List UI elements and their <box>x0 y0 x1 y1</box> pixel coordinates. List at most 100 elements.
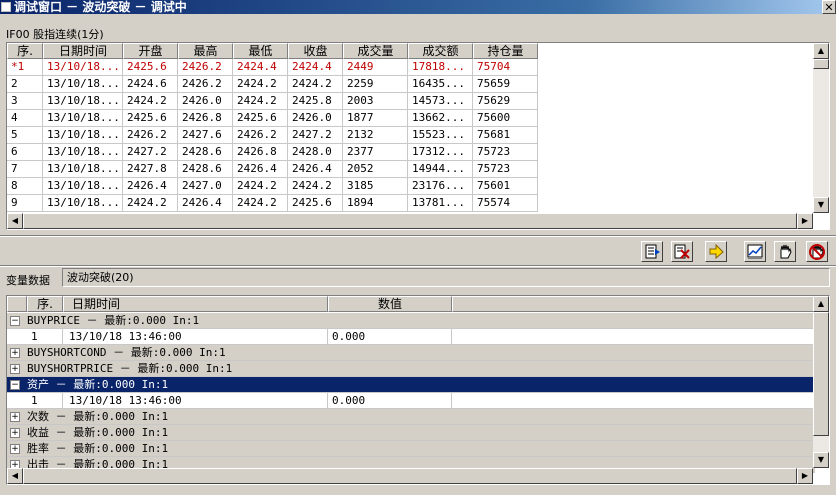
tree-group-row[interactable]: + BUYSHORTPRICE － 最新:0.000 In:1 <box>7 361 815 377</box>
table-row[interactable]: 3 13/10/18... 2424.2 2426.0 2424.2 2425.8 2003… <box>7 93 538 110</box>
quote-header-4[interactable]: 最低 <box>233 43 288 59</box>
table-cell: 2426.4 <box>288 161 343 178</box>
table-cell: 2426.2 <box>178 59 233 76</box>
table-cell: 75601 <box>473 178 538 195</box>
quote-table[interactable]: 序. 日期时间 开盘 最高 最低 收盘 成交量 成交额 持仓量 *1 13/10/18... 242… <box>6 42 830 230</box>
quote-header-6[interactable]: 成交量 <box>343 43 408 59</box>
scroll-down-icon[interactable]: ▼ <box>813 197 829 213</box>
tree-group-row[interactable]: + 收益 － 最新:0.000 In:1 <box>7 425 815 441</box>
table-cell: 75574 <box>473 195 538 212</box>
step-into-button[interactable] <box>641 241 663 262</box>
stop-hand-icon <box>809 244 825 260</box>
tree-group-label: BUYSHORTCOND － 最新:0.000 In:1 <box>27 346 226 359</box>
table-cell: 2427.6 <box>178 127 233 144</box>
table-cell: 2427.2 <box>288 127 343 144</box>
expand-icon[interactable]: + <box>10 348 20 358</box>
scroll-right-icon[interactable]: ▶ <box>797 468 813 484</box>
collapse-icon[interactable]: − <box>10 380 20 390</box>
table-row[interactable]: 8 13/10/18... 2426.4 2427.0 2424.2 2424.2 3185… <box>7 178 538 195</box>
tree-header-spacer <box>7 296 27 312</box>
table-cell: 2427.2 <box>123 144 178 161</box>
expand-icon[interactable]: + <box>10 444 20 454</box>
table-row[interactable]: 2 13/10/18... 2424.6 2426.2 2424.2 2424.2 2259… <box>7 76 538 93</box>
expand-icon[interactable]: + <box>10 428 20 438</box>
arrow-right-icon <box>709 243 724 260</box>
scroll-down-icon[interactable]: ▼ <box>813 452 829 468</box>
pause-button[interactable] <box>774 241 796 262</box>
table-row[interactable]: 6 13/10/18... 2427.2 2428.6 2426.8 2428.0 2377… <box>7 144 538 161</box>
table-cell: 2425.6 <box>123 110 178 127</box>
tree-horizontal-scrollbar[interactable]: ◀ ▶ <box>7 468 813 484</box>
quote-vertical-scrollbar[interactable]: ▲ ▼ <box>813 43 829 213</box>
table-row[interactable]: *1 13/10/18... 2425.6 2426.2 2424.4 2424.4 244… <box>7 59 538 76</box>
table-cell: 7 <box>7 161 43 178</box>
table-cell: 75659 <box>473 76 538 93</box>
quote-header-8[interactable]: 持仓量 <box>473 43 538 59</box>
tree-hscroll-thumb[interactable] <box>23 468 797 484</box>
table-cell: 2426.8 <box>178 110 233 127</box>
tree-vscroll-thumb[interactable] <box>813 312 829 436</box>
window-icon[interactable] <box>1 2 11 12</box>
table-row[interactable]: 4 13/10/18... 2425.6 2426.8 2425.6 2426.0 1877… <box>7 110 538 127</box>
expand-icon[interactable]: + <box>10 412 20 422</box>
table-cell: 13781... <box>408 195 473 212</box>
splitter[interactable] <box>0 235 836 237</box>
table-cell: 2428.6 <box>178 144 233 161</box>
table-cell: 2426.8 <box>233 144 288 161</box>
table-cell: 8 <box>7 178 43 195</box>
tree-header-datetime[interactable]: 日期时间 <box>63 296 328 312</box>
tree-group-row[interactable]: + 次数 － 最新:0.000 In:1 <box>7 409 815 425</box>
variables-tree[interactable]: 序. 日期时间 数值 − BUYPRICE － 最新:0.000 In:1 1 13/… <box>6 295 830 485</box>
tree-vertical-scrollbar[interactable]: ▲ ▼ <box>813 296 829 468</box>
tree-child-row[interactable]: 1 13/10/18 13:46:00 0.000 <box>7 329 815 345</box>
close-button[interactable]: ✕ <box>822 0 836 14</box>
quote-header-0[interactable]: 序. <box>7 43 43 59</box>
quote-table-body[interactable]: *1 13/10/18... 2425.6 2426.2 2424.4 2424.4 244… <box>7 59 538 212</box>
chart-button[interactable] <box>744 241 766 262</box>
table-row[interactable]: 7 13/10/18... 2427.8 2428.6 2426.4 2426.4 2052… <box>7 161 538 178</box>
tree-group-row[interactable]: − BUYPRICE － 最新:0.000 In:1 <box>7 313 815 329</box>
scroll-up-icon[interactable]: ▲ <box>813 43 829 59</box>
tree-header-value[interactable]: 数值 <box>328 296 452 312</box>
clear-icon <box>674 244 690 259</box>
tree-cell: 0.000 <box>328 329 452 345</box>
clear-button[interactable] <box>671 241 693 262</box>
tree-header-seq[interactable]: 序. <box>27 296 63 312</box>
next-button[interactable] <box>705 241 727 262</box>
scroll-left-icon[interactable]: ◀ <box>7 468 23 484</box>
table-cell: 2425.6 <box>233 110 288 127</box>
expand-icon[interactable]: + <box>10 364 20 374</box>
scroll-left-icon[interactable]: ◀ <box>7 213 23 229</box>
table-cell: 16435... <box>408 76 473 93</box>
tree-group-row[interactable]: − 资产 － 最新:0.000 In:1 <box>7 377 815 393</box>
strategy-field: 波动突破(20) <box>62 268 830 287</box>
tree-child-row[interactable]: 1 13/10/18 13:46:00 0.000 <box>7 393 815 409</box>
quote-header-1[interactable]: 日期时间 <box>43 43 123 59</box>
table-cell: 2425.8 <box>288 93 343 110</box>
scroll-up-icon[interactable]: ▲ <box>813 296 829 312</box>
tree-group-label: 胜率 － 最新:0.000 In:1 <box>27 442 169 455</box>
quote-header-7[interactable]: 成交额 <box>408 43 473 59</box>
symbol-label: IF00 股指连续(1分) <box>6 28 104 41</box>
table-cell: 2428.0 <box>288 144 343 161</box>
collapse-icon[interactable]: − <box>10 316 20 326</box>
quote-header-2[interactable]: 开盘 <box>123 43 178 59</box>
table-cell: 13/10/18... <box>43 178 123 195</box>
tree-group-row[interactable]: + BUYSHORTCOND － 最新:0.000 In:1 <box>7 345 815 361</box>
quote-header-3[interactable]: 最高 <box>178 43 233 59</box>
quote-hscroll-thumb[interactable] <box>23 213 797 229</box>
tree-group-row[interactable]: + 胜率 － 最新:0.000 In:1 <box>7 441 815 457</box>
table-row[interactable]: 9 13/10/18... 2424.2 2426.4 2424.2 2425.6 1894… <box>7 195 538 212</box>
table-row[interactable]: 5 13/10/18... 2426.2 2427.6 2426.2 2427.2 2132… <box>7 127 538 144</box>
tree-cell: 13/10/18 13:46:00 <box>63 329 328 345</box>
window-title: 调试窗口 － 波动突破 － 调试中 <box>14 0 187 14</box>
quote-header-5[interactable]: 收盘 <box>288 43 343 59</box>
table-cell: 2426.0 <box>288 110 343 127</box>
variables-tree-body[interactable]: − BUYPRICE － 最新:0.000 In:1 1 13/10/18 13:46… <box>7 313 815 473</box>
quote-vscroll-thumb[interactable] <box>813 59 829 69</box>
window-title-bar[interactable]: 调试窗口 － 波动突破 － 调试中 ✕ <box>0 0 836 14</box>
scroll-right-icon[interactable]: ▶ <box>797 213 813 229</box>
stop-button[interactable] <box>806 241 828 262</box>
table-cell: 75723 <box>473 144 538 161</box>
quote-horizontal-scrollbar[interactable]: ◀ ▶ <box>7 213 813 229</box>
